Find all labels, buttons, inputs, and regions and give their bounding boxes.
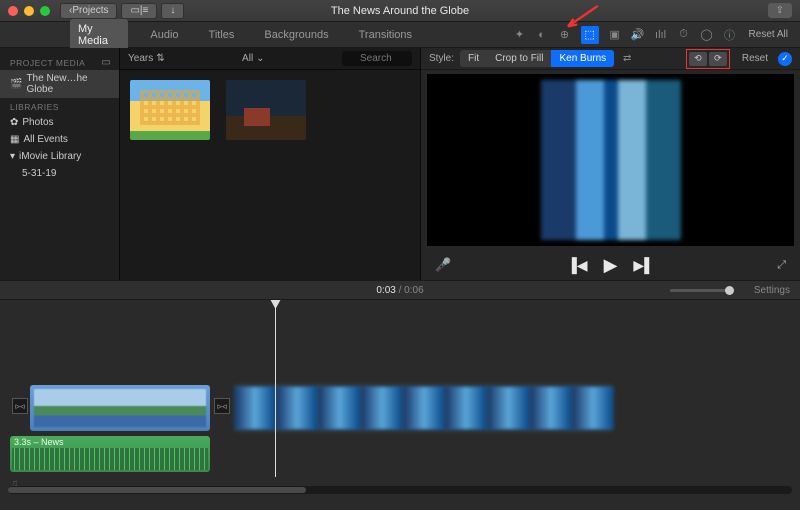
preview-frame xyxy=(541,80,681,240)
view-toggle-button[interactable]: ▭|≡ xyxy=(121,3,157,19)
library-sidebar: PROJECT MEDIA ▭ 🎬 The New…he Globe LIBRAR… xyxy=(0,48,120,280)
sort-icon: ⇅ xyxy=(156,53,164,64)
timeline[interactable]: ▹◃ ▹◃ ♫ xyxy=(0,300,800,497)
speed-icon[interactable]: ⏱ xyxy=(677,28,691,42)
calendar-icon: ▦ xyxy=(10,134,19,145)
chevron-down-icon: ▾ xyxy=(10,151,15,162)
video-clip-2[interactable] xyxy=(234,385,614,431)
media-tabbar: My Media Audio Titles Backgrounds Transi… xyxy=(0,22,800,48)
style-crop[interactable]: Crop to Fill xyxy=(487,50,551,67)
tab-audio[interactable]: Audio xyxy=(142,25,186,45)
color-balance-icon[interactable]: ◐ xyxy=(535,28,549,42)
enhance-icon[interactable]: ✦ xyxy=(513,28,527,42)
timeline-scrollbar[interactable] xyxy=(8,486,792,494)
project-name-label: The New…he Globe xyxy=(26,73,109,95)
prev-button[interactable]: ▐◀ xyxy=(567,257,588,274)
volume-icon[interactable]: 🔊 xyxy=(631,28,645,42)
next-button[interactable]: ▶▌ xyxy=(633,257,654,274)
color-correct-icon[interactable]: ⊕ xyxy=(558,28,572,42)
rotate-cw-button[interactable]: ⟳ xyxy=(709,52,727,66)
sidebar-all-events[interactable]: ▦All Events xyxy=(0,131,119,148)
search-input[interactable] xyxy=(342,51,412,66)
fullscreen-icon[interactable]: ⤢ xyxy=(777,259,786,272)
traffic-lights xyxy=(8,6,50,16)
clip-filter-dropdown[interactable]: All ⌄ xyxy=(242,53,265,64)
swap-icon[interactable]: ⇄ xyxy=(620,52,634,66)
clapper-icon: 🎬 xyxy=(10,79,22,90)
transition-handle[interactable]: ▹◃ xyxy=(214,398,230,414)
media-thumbnail[interactable] xyxy=(130,80,210,140)
style-label: Style: xyxy=(429,53,454,64)
sidebar-imovie-library[interactable]: ▾iMovie Library xyxy=(0,148,119,165)
stabilize-icon[interactable]: ▣ xyxy=(608,28,622,42)
zoom-window[interactable] xyxy=(40,6,50,16)
sidebar-photos[interactable]: ✿Photos xyxy=(0,114,119,131)
preview-viewer: Style: Fit Crop to Fill Ken Burns ⇄ ⟲ ⟳ … xyxy=(420,48,800,280)
filter-icon[interactable]: ◯ xyxy=(700,28,714,42)
minimize-window[interactable] xyxy=(24,6,34,16)
tab-my-media[interactable]: My Media xyxy=(70,19,128,51)
rotate-buttons-highlight: ⟲ ⟳ xyxy=(686,49,730,69)
zoom-slider[interactable] xyxy=(670,289,730,292)
window-title: The News Around the Globe xyxy=(331,5,469,17)
play-button[interactable]: ▶ xyxy=(604,255,618,276)
rotate-ccw-button[interactable]: ⟲ xyxy=(689,52,707,66)
transition-handle[interactable]: ▹◃ xyxy=(12,398,28,414)
tab-titles[interactable]: Titles xyxy=(201,25,243,45)
crop-style-segmented: Fit Crop to Fill Ken Burns xyxy=(460,50,614,67)
reset-all-button[interactable]: Reset All xyxy=(749,29,788,40)
photos-icon: ✿ xyxy=(10,117,18,128)
info-icon[interactable]: ⓘ xyxy=(723,28,737,42)
noise-icon[interactable]: ılıl xyxy=(654,28,668,42)
tab-transitions[interactable]: Transitions xyxy=(351,25,420,45)
list-view-icon[interactable]: ▭ xyxy=(99,55,113,69)
chevron-down-icon: ⌄ xyxy=(256,53,264,64)
video-clip-1[interactable] xyxy=(30,385,210,431)
project-item[interactable]: 🎬 The New…he Globe xyxy=(0,70,119,98)
media-browser: Years ⇅ All ⌄ xyxy=(120,48,420,280)
import-button[interactable]: ↓ xyxy=(161,3,184,19)
crop-reset-button[interactable]: Reset xyxy=(742,53,768,64)
back-label: Projects xyxy=(72,5,108,16)
media-thumbnail[interactable] xyxy=(226,80,306,140)
share-button[interactable]: ⇪ xyxy=(768,3,792,18)
timeline-header: 0:03 / 0:06 Settings xyxy=(0,280,800,300)
audio-clip[interactable] xyxy=(10,436,210,472)
style-ken-burns[interactable]: Ken Burns xyxy=(551,50,614,67)
video-preview[interactable] xyxy=(427,74,794,246)
voiceover-icon[interactable]: 🎤 xyxy=(435,257,451,273)
year-filter-dropdown[interactable]: Years ⇅ xyxy=(128,53,165,64)
player-controls: 🎤 ▐◀ ▶ ▶▌ ⤢ xyxy=(421,250,800,280)
time-display: 0:03 / 0:06 xyxy=(376,285,423,296)
sidebar-event-date[interactable]: 5-31-19 xyxy=(0,165,119,182)
libraries-header: LIBRARIES xyxy=(0,98,119,114)
tab-backgrounds[interactable]: Backgrounds xyxy=(256,25,336,45)
back-projects-button[interactable]: ‹ Projects xyxy=(60,3,117,19)
playhead[interactable] xyxy=(275,300,276,477)
timeline-settings-button[interactable]: Settings xyxy=(754,285,790,296)
project-media-header: PROJECT MEDIA xyxy=(0,54,95,70)
close-window[interactable] xyxy=(8,6,18,16)
apply-check-button[interactable]: ✓ xyxy=(778,52,792,66)
style-fit[interactable]: Fit xyxy=(460,50,487,67)
crop-icon[interactable]: ⬚ xyxy=(581,26,599,44)
